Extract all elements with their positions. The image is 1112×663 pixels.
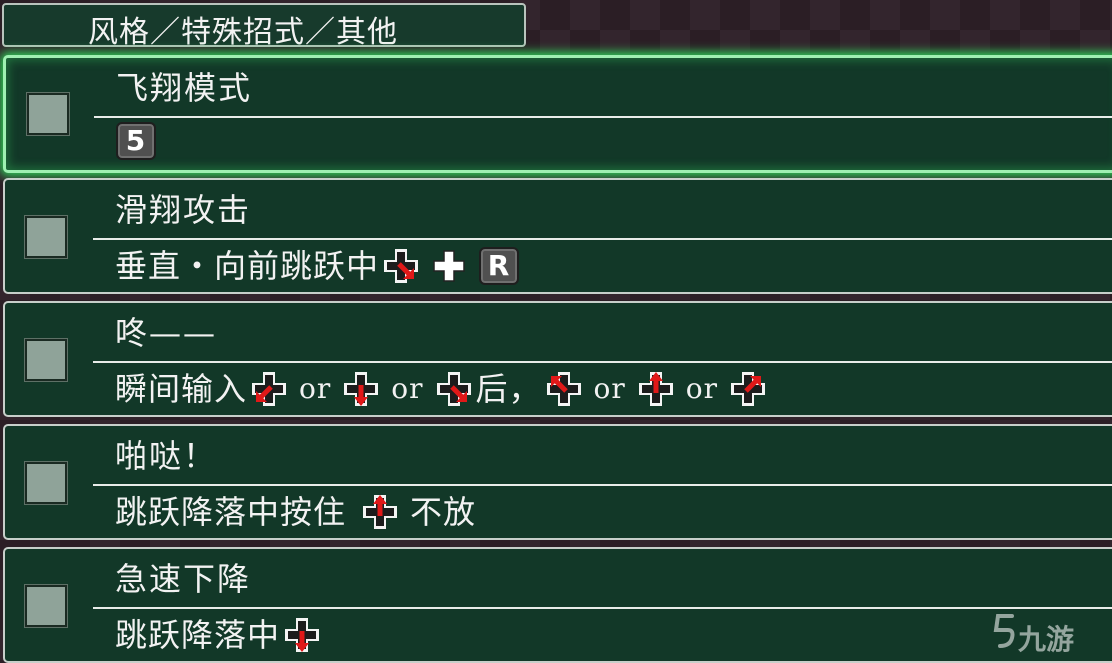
watermark-text: 九游 — [1018, 623, 1075, 656]
or-label: or — [685, 372, 719, 405]
checkbox[interactable] — [25, 585, 67, 627]
dpad-up-left-icon — [546, 372, 581, 406]
divider — [93, 361, 1112, 363]
move-desc-suffix: 不放 — [410, 493, 477, 531]
move-input: 垂直・向前跳跃中 R — [115, 244, 520, 288]
dpad-up-icon — [363, 495, 398, 529]
move-desc: 垂直・向前跳跃中 — [115, 247, 380, 285]
move-desc: 后， — [475, 370, 542, 408]
dpad-down-icon — [344, 372, 379, 406]
divider — [93, 484, 1112, 486]
key-r-icon: R — [479, 247, 520, 285]
dpad-up-right-icon — [731, 372, 766, 406]
move-title: 飞翔模式 — [116, 69, 253, 107]
key-5-icon: 5 — [116, 122, 156, 160]
checkbox[interactable] — [27, 93, 69, 135]
plus-icon — [433, 250, 465, 282]
divider — [94, 116, 1112, 118]
move-title: 咚—— — [115, 314, 218, 352]
checkbox[interactable] — [25, 462, 67, 504]
category-label: 风格／特殊招式／其他 — [88, 15, 398, 50]
move-row-dong[interactable]: 咚—— 瞬间输入 or or 后， or or — [3, 301, 1112, 417]
checkbox[interactable] — [25, 216, 67, 258]
or-label: or — [593, 372, 626, 405]
or-label: or — [299, 372, 332, 405]
move-input: 5 — [116, 122, 156, 160]
move-input: 跳跃降落中 — [115, 613, 324, 657]
category-header: 风格／特殊招式／其他 — [2, 3, 526, 50]
move-title: 啪哒！ — [115, 437, 218, 475]
move-desc: 跳跃降落中按住 — [115, 493, 347, 531]
dpad-up-icon — [638, 372, 673, 406]
move-desc: 跳跃降落中 — [115, 616, 281, 654]
move-input: 跳跃降落中按住 不放 — [115, 490, 476, 534]
move-row-rapid-descent[interactable]: 急速下降 跳跃降落中 — [3, 547, 1112, 663]
checkbox[interactable] — [25, 339, 67, 381]
watermark-logo-icon — [993, 614, 1015, 648]
move-row-glide-attack[interactable]: 滑翔攻击 垂直・向前跳跃中 R — [3, 178, 1112, 294]
dpad-down-left-icon — [252, 372, 287, 406]
divider — [93, 607, 1112, 609]
move-row-pata[interactable]: 啪哒！ 跳跃降落中按住 不放 — [3, 424, 1112, 540]
move-title: 滑翔攻击 — [115, 191, 252, 229]
move-input: 瞬间输入 or or 后， or or — [115, 367, 770, 411]
move-title: 急速下降 — [115, 560, 252, 598]
dpad-down-icon — [285, 618, 320, 652]
dpad-down-right-icon — [384, 249, 419, 283]
or-label: or — [391, 372, 424, 405]
move-desc: 瞬间输入 — [115, 370, 248, 408]
divider — [93, 238, 1112, 240]
move-row-flight-mode[interactable]: 飞翔模式 5 — [3, 55, 1112, 173]
dpad-down-right-icon — [436, 372, 471, 406]
